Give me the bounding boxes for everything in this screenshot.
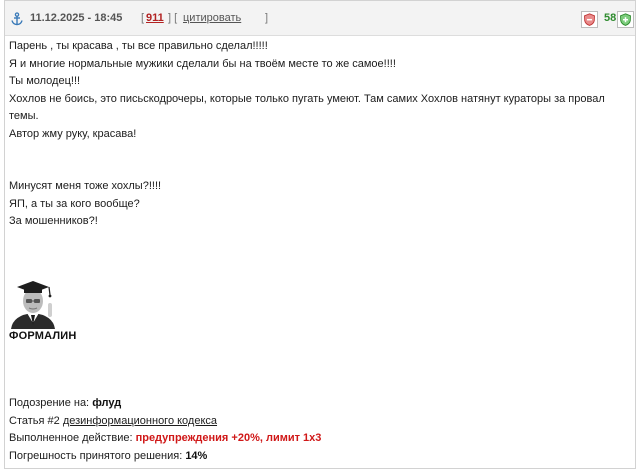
rating-score: 58 bbox=[604, 12, 617, 24]
comment-post: 11.12.2025 - 18:45 [ 911 ] [ цитировать … bbox=[4, 0, 636, 469]
error-row: Погрешность принятого решения: 14% bbox=[9, 448, 321, 466]
suspicion-row: Подозрение на: флуд bbox=[9, 395, 321, 413]
post-body: Парень , ты красава , ты все правильно с… bbox=[9, 38, 631, 231]
avatar[interactable] bbox=[9, 279, 57, 329]
suspicion-value: флуд bbox=[92, 397, 122, 409]
action-label: Выполненное действие: bbox=[9, 432, 133, 444]
suspicion-label: Подозрение на: bbox=[9, 397, 90, 409]
article-row: Статья #2 дезинформационного кодекса bbox=[9, 413, 321, 431]
bracket-close: ] bbox=[265, 12, 269, 24]
action-row: Выполненное действие: предупреждения +20… bbox=[9, 430, 321, 448]
post-line: Я и многие нормальные мужики сделали бы … bbox=[9, 57, 396, 70]
post-line: ЯП, а ты за кого вообще? bbox=[9, 197, 140, 210]
post-line-blank bbox=[9, 143, 631, 161]
anchor-icon[interactable] bbox=[10, 12, 24, 26]
post-line: Парень , ты красава , ты все правильно с… bbox=[9, 40, 268, 52]
author-avatar-block[interactable] bbox=[9, 279, 57, 329]
downvote-button[interactable] bbox=[581, 11, 598, 28]
moderation-verdict: Подозрение на: флуд Статья #2 дезинформа… bbox=[9, 395, 321, 465]
error-label: Погрешность принятого решения: bbox=[9, 449, 183, 462]
upvote-button[interactable] bbox=[617, 11, 634, 28]
author-name[interactable]: ФОРМАЛИН bbox=[9, 330, 77, 342]
bracket-mid: ] [ bbox=[168, 12, 178, 24]
post-line: За мошенников?! bbox=[9, 215, 98, 227]
error-value: 14% bbox=[185, 449, 208, 462]
post-line: Ты молодец!!! bbox=[9, 75, 81, 87]
post-date: 11.12.2025 - 18:45 bbox=[30, 12, 123, 24]
bracket-open: [ bbox=[141, 12, 145, 24]
action-value: предупреждения +20%, лимит 1х3 bbox=[135, 432, 322, 444]
shield-minus-icon bbox=[584, 13, 595, 26]
shield-plus-icon bbox=[620, 13, 631, 26]
post-line: Автор жму руку, красава! bbox=[9, 127, 137, 140]
quote-button[interactable]: цитировать bbox=[183, 12, 241, 24]
post-number-link[interactable]: 911 bbox=[146, 12, 164, 24]
post-line: Минусят меня тоже хохлы?!!!! bbox=[9, 180, 162, 192]
post-header: 11.12.2025 - 18:45 [ 911 ] [ цитировать … bbox=[5, 1, 635, 36]
codex-link[interactable]: дезинформационного кодекса bbox=[63, 415, 217, 427]
post-line: Хохлов не боись, это письскодрочеры, кот… bbox=[9, 92, 605, 105]
post-line-blank bbox=[9, 161, 631, 179]
article-prefix: Статья #2 bbox=[9, 414, 60, 427]
post-line: темы. bbox=[9, 110, 39, 122]
